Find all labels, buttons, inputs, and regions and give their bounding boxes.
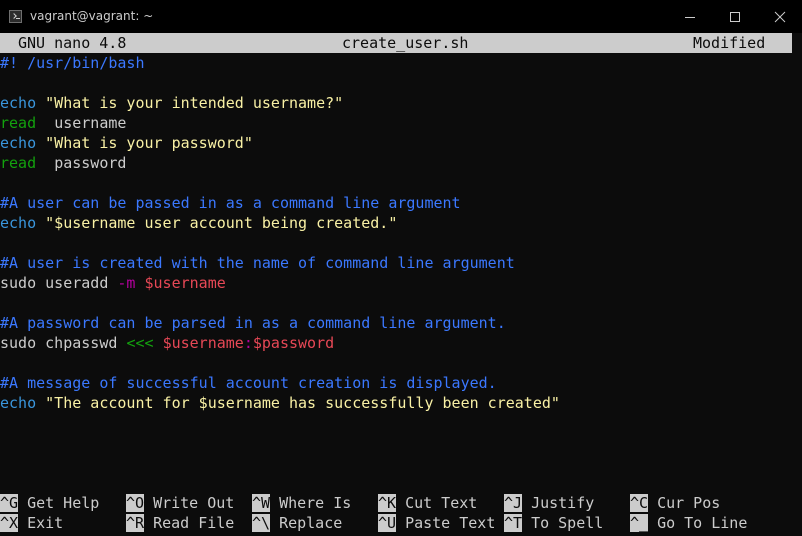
shortcut-label: To Spell	[531, 514, 604, 532]
shortcut-to-spell[interactable]: ^T To Spell	[504, 513, 603, 533]
close-icon	[774, 11, 786, 23]
code-option: -m	[117, 274, 136, 292]
code-heredoc-operator: <<<	[126, 334, 154, 352]
code-separator: :	[243, 334, 253, 352]
code-argument: password	[54, 154, 127, 172]
shortcut-label: Go To Line	[657, 514, 748, 532]
shortcut-key: ^X	[0, 514, 19, 532]
shortcut-replace[interactable]: ^\ Replace	[252, 513, 342, 533]
shortcut-key: ^T	[504, 514, 523, 532]
nano-header-bar: GNU nano 4.8 create_user.sh Modified	[0, 33, 792, 53]
shortcut-label: Exit	[27, 514, 64, 532]
file-name: create_user.sh	[342, 34, 469, 52]
shortcut-go-to-line[interactable]: ^_ Go To Line	[630, 513, 747, 533]
window-title: vagrant@vagrant: ~	[30, 9, 154, 23]
code-line-echo[interactable]: echo "The account for $username has succ…	[0, 393, 560, 413]
shortcut-key: ^W	[252, 494, 271, 512]
shortcut-key: ^\	[252, 514, 271, 532]
shortcut-label: Cut Text	[405, 494, 478, 512]
shortcut-justify[interactable]: ^J Justify	[504, 493, 594, 513]
code-line-comment[interactable]: #A password can be parsed in as a comman…	[0, 313, 506, 333]
code-line-useradd[interactable]: sudo useradd -m $username	[0, 273, 226, 293]
code-command: echo	[0, 134, 37, 152]
terminal-area[interactable]: GNU nano 4.8 create_user.sh Modified #! …	[0, 33, 792, 536]
shortcut-label: Replace	[279, 514, 343, 532]
shortcut-key: ^R	[126, 514, 145, 532]
shortcut-key: ^K	[378, 494, 397, 512]
maximize-icon	[730, 12, 740, 22]
shortcut-write-out[interactable]: ^O Write Out	[126, 493, 234, 513]
shortcut-get-help[interactable]: ^G Get Help	[0, 493, 99, 513]
shortcut-label: Read File	[153, 514, 235, 532]
code-variable: $password	[252, 334, 335, 352]
code-command: read	[0, 154, 37, 172]
code-comment: #A user is created with the name of comm…	[0, 254, 515, 272]
shortcut-key: ^O	[126, 494, 145, 512]
shortcut-label: Write Out	[153, 494, 235, 512]
code-line-read[interactable]: read password	[0, 153, 126, 173]
shortcut-cut-text[interactable]: ^K Cut Text	[378, 493, 477, 513]
code-string: "The account for $username has successfu…	[45, 394, 560, 412]
code-line-comment[interactable]: #A message of successful account creatio…	[0, 373, 497, 393]
code-string: "What is your intended username?"	[45, 94, 344, 112]
minimize-button[interactable]	[667, 0, 713, 33]
code-line-chpasswd[interactable]: sudo chpasswd <<< $username:$password	[0, 333, 334, 353]
shortcut-read-file[interactable]: ^R Read File	[126, 513, 234, 533]
code-argument: username	[54, 114, 127, 132]
shortcut-exit[interactable]: ^X Exit	[0, 513, 63, 533]
shortcut-paste-text[interactable]: ^U Paste Text	[378, 513, 495, 533]
shortcut-label: Justify	[531, 494, 595, 512]
shortcut-label: Get Help	[27, 494, 100, 512]
shortcut-label: Paste Text	[405, 514, 496, 532]
code-comment: #! /usr/bin/bash	[0, 54, 145, 72]
shortcut-key: ^_	[630, 514, 649, 532]
code-command: read	[0, 114, 37, 132]
code-command: echo	[0, 94, 37, 112]
code-comment: #A password can be parsed in as a comman…	[0, 314, 506, 332]
shortcut-key: ^U	[378, 514, 397, 532]
code-variable: $username	[144, 274, 226, 292]
code-comment: #A user can be passed in as a command li…	[0, 194, 461, 212]
code-command: echo	[0, 394, 37, 412]
vertical-scrollbar[interactable]	[792, 33, 802, 536]
code-line-shebang[interactable]: #! /usr/bin/bash	[0, 53, 145, 73]
code-line-comment[interactable]: #A user can be passed in as a command li…	[0, 193, 461, 213]
modified-status: Modified	[693, 34, 766, 52]
shortcut-label: Cur Pos	[657, 494, 721, 512]
shortcut-label: Where Is	[279, 494, 352, 512]
window-title-bar[interactable]: vagrant@vagrant: ~	[0, 0, 802, 33]
code-line-echo[interactable]: echo "What is your intended username?"	[0, 93, 343, 113]
maximize-button[interactable]	[712, 0, 758, 33]
code-line-echo[interactable]: echo "$username user account being creat…	[0, 213, 397, 233]
shortcut-key: ^J	[504, 494, 523, 512]
code-command: sudo chpasswd	[0, 334, 118, 352]
shortcut-where-is[interactable]: ^W Where Is	[252, 493, 351, 513]
code-string: "$username user account being created."	[45, 214, 398, 232]
minimize-icon	[685, 17, 695, 18]
code-command: echo	[0, 214, 37, 232]
shortcut-key: ^C	[630, 494, 649, 512]
code-variable: $username	[162, 334, 244, 352]
shortcut-key: ^G	[0, 494, 19, 512]
editor-name: GNU nano 4.8	[18, 34, 127, 52]
terminal-app-icon	[9, 10, 22, 23]
code-line-read[interactable]: read username	[0, 113, 126, 133]
code-line-comment[interactable]: #A user is created with the name of comm…	[0, 253, 515, 273]
code-comment: #A message of successful account creatio…	[0, 374, 497, 392]
shortcut-cur-pos[interactable]: ^C Cur Pos	[630, 493, 720, 513]
close-button[interactable]	[757, 0, 802, 33]
code-line-echo[interactable]: echo "What is your password"	[0, 133, 253, 153]
code-string: "What is your password"	[45, 134, 253, 152]
code-command: sudo useradd	[0, 274, 109, 292]
